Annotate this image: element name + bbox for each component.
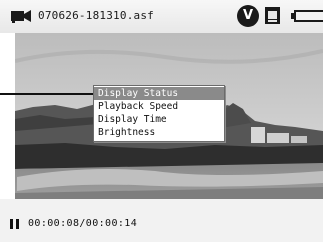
display-mode-icon[interactable] [265,7,280,24]
title-bar: 070626-181310.asf V [0,0,323,33]
menu-item-playback-speed[interactable]: Playback Speed [94,100,224,113]
playback-control-bar: 00:00:08/00:00:14 [0,199,323,242]
menu-item-display-status[interactable]: Display Status [94,87,224,100]
file-name: 070626-181310.asf [38,9,154,22]
video-camera-icon [11,10,31,23]
v-badge-icon[interactable]: V [237,5,259,27]
pause-icon[interactable] [10,219,19,229]
menu-pointer-line [0,93,97,95]
time-readout: 00:00:08/00:00:14 [28,218,138,229]
battery-icon [291,10,323,22]
menu-item-display-time[interactable]: Display Time [94,113,224,126]
playback-context-menu: Display Status Playback Speed Display Ti… [93,85,225,142]
menu-item-brightness[interactable]: Brightness [94,126,224,139]
